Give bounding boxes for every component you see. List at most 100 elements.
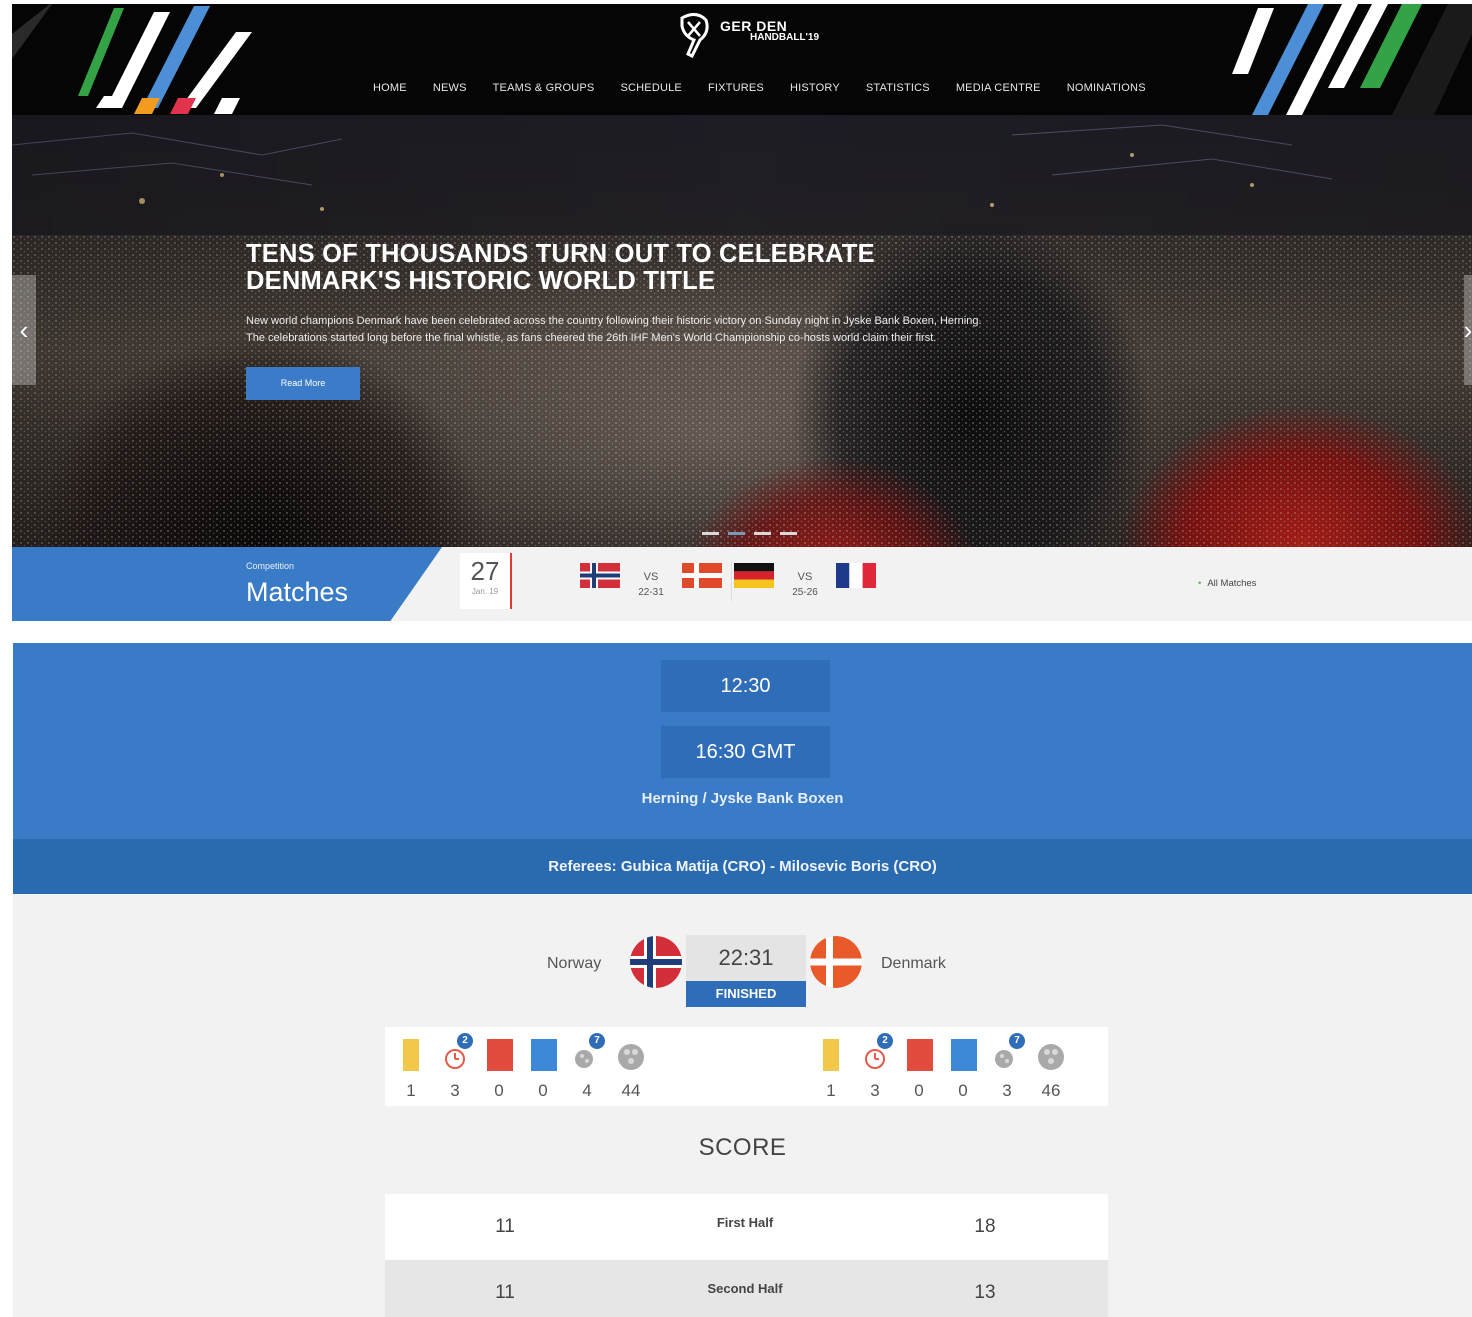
half-label: Second Half [707,1281,783,1296]
france-flag-icon [836,563,876,588]
away-half-score: 18 [974,1216,996,1237]
home-stats: 1 2 3 0 0 7 4 44 [389,1027,653,1106]
fixture-score: 25-26 [792,587,818,598]
hero-slider: ‹ › TENS OF THOUSANDS TURN OUT TO CELEBR… [12,115,1472,547]
all-matches-link[interactable]: • All Matches [1198,578,1256,589]
nav-home[interactable]: HOME [360,82,420,94]
matches-label-panel [12,547,442,621]
away-stat-blue-cards: 0 [941,1027,985,1106]
match-date: 27 Jan. 19 [460,553,512,609]
home-stat-suspensions: 2 3 [433,1027,477,1106]
home-stat-yellow-cards: 1 [389,1027,433,1106]
away-stat-shots: 46 [1029,1027,1073,1106]
fixture-score: 22-31 [638,587,664,598]
norway-flag-icon [630,936,682,988]
final-score-box: 22:31 FINISHED [686,935,806,1007]
referees-bar: Referees: Gubica Matija (CRO) - Milosevi… [13,839,1472,894]
denmark-flag-icon [810,936,862,988]
away-stats: 1 2 3 0 0 7 3 46 [809,1027,1073,1106]
blue-card-icon [951,1039,977,1071]
hero-summary: New world champions Denmark have been ce… [246,315,982,344]
nav-schedule[interactable]: SCHEDULE [607,82,695,94]
away-team-name[interactable]: Denmark [881,955,946,973]
decorative-stripes-left [12,4,252,114]
hero-title[interactable]: TENS OF THOUSANDS TURN OUT TO CELEBRATE … [246,241,1006,295]
slider-dot-1[interactable] [702,532,719,535]
all-matches-label: All Matches [1207,578,1257,589]
stat-value: 3 [450,1081,460,1100]
match-stats: 1 2 3 0 0 7 4 44 1 2 3 0 0 7 3 46 [385,1027,1108,1106]
bullet-icon: • [1198,578,1202,589]
nav-statistics[interactable]: STATISTICS [853,82,943,94]
yellow-card-icon [403,1039,419,1071]
fixture-germany-france[interactable]: VS 25-26 [734,563,876,598]
handball-logo-icon [680,13,709,58]
stat-value: 1 [406,1081,416,1100]
match-info-panel: 12:30 16:30 GMT Herning / Jyske Bank Box… [13,643,1472,839]
match-venue: Herning / Jyske Bank Boxen [641,790,844,807]
home-half-score: 11 [495,1216,515,1237]
away-stat-yellow-cards: 1 [809,1027,853,1106]
decorative-stripes-right [1232,4,1472,115]
nav-teams-groups[interactable]: TEAMS & GROUPS [480,82,608,94]
stat-value: 46 [1041,1081,1061,1100]
table-row-second-half: 11 Second Half 13 [385,1260,1108,1317]
home-team-name[interactable]: Norway [547,955,601,973]
germany-flag-icon [734,563,774,588]
away-stat-red-cards: 0 [897,1027,941,1106]
home-stat-blue-cards: 0 [521,1027,565,1106]
hero-prev-arrow[interactable]: ‹ [12,275,36,385]
slider-dot-2[interactable] [728,532,745,535]
site-logo[interactable]: GER DEN HANDBALL'19 [674,10,819,58]
matches-small-label: Competition [246,561,295,571]
fixture-norway-denmark[interactable]: VS 22-31 [580,563,722,598]
home-stat-red-cards: 0 [477,1027,521,1106]
fixture-vs-label: VS [643,571,659,583]
score-table: 11 First Half 18 11 Second Half 13 [385,1194,1108,1317]
nav-nominations[interactable]: NOMINATIONS [1054,82,1159,94]
nav-fixtures[interactable]: FIXTURES [695,82,777,94]
fixture-divider [731,561,732,601]
match-time-gmt: 16:30 GMT [661,726,830,778]
red-card-icon [487,1039,513,1071]
shots-ball-icon [1038,1044,1064,1070]
main-nav: HOME NEWS TEAMS & GROUPS SCHEDULE FIXTUR… [360,82,1159,94]
match-date-day: 27 [470,556,500,586]
nav-media-centre[interactable]: MEDIA CENTRE [943,82,1054,94]
stat-value: 0 [958,1081,968,1100]
stat-value: 3 [870,1081,880,1100]
hero-title-line-1: TENS OF THOUSANDS TURN OUT TO CELEBRATE [246,240,875,268]
stat-value: 4 [582,1081,592,1100]
page: GER DEN HANDBALL'19 HOME NEWS TEAMS & GR… [0,0,1472,1317]
logo-subtitle: HANDBALL'19 [750,31,820,43]
blue-card-icon [531,1039,557,1071]
matches-ticker: Competition Matches 27 Jan. 19 VS 22-31 [12,547,1472,621]
nav-news[interactable]: NEWS [420,82,480,94]
hero-content: TENS OF THOUSANDS TURN OUT TO CELEBRATE … [246,241,1006,400]
read-more-button[interactable]: Read More [246,367,360,400]
denmark-flag-icon [682,563,722,588]
stat-badge: 2 [457,1033,473,1049]
away-stat-suspensions: 2 3 [853,1027,897,1106]
yellow-card-icon [823,1039,839,1071]
hero-title-line-2: DENMARK'S HISTORIC WORLD TITLE [246,267,716,295]
hero-next-arrow[interactable]: › [1464,275,1472,385]
norway-flag-icon [580,563,620,588]
final-score: 22:31 [718,945,774,970]
fixture-vs-label: VS [797,571,813,583]
stat-value: 0 [538,1081,548,1100]
status-badge: FINISHED [686,981,806,1007]
home-stat-seven-meter: 7 4 [565,1027,609,1106]
slider-dot-3[interactable] [754,532,771,535]
site-header: GER DEN HANDBALL'19 HOME NEWS TEAMS & GR… [12,4,1472,115]
match-detail: Norway 22:31 FINISHED Denmark 1 2 3 0 0 … [13,894,1472,1317]
nav-history[interactable]: HISTORY [777,82,853,94]
slider-dot-4[interactable] [780,532,797,535]
away-stat-seven-meter: 7 3 [985,1027,1029,1106]
match-date-month: Jan. 19 [471,587,499,596]
stat-value: 0 [494,1081,504,1100]
stat-value: 3 [1002,1081,1012,1100]
stat-badge: 7 [589,1033,605,1049]
away-half-score: 13 [974,1282,996,1303]
home-half-score: 11 [495,1282,515,1303]
